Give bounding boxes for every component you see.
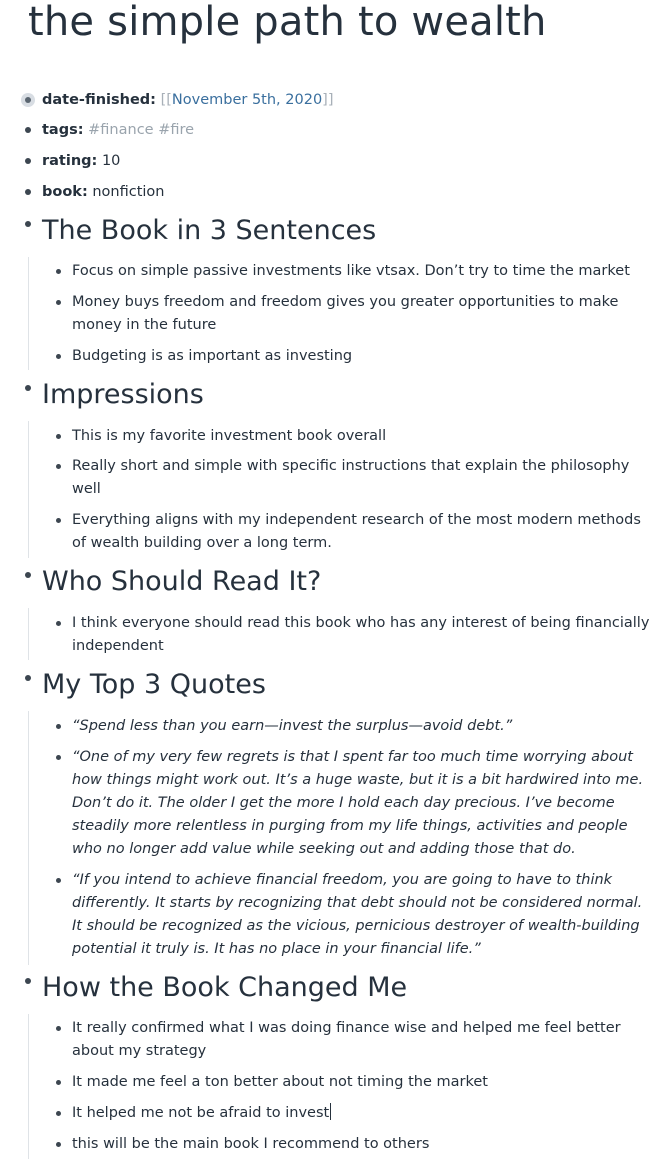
date-page-link[interactable]: November 5th, 2020 xyxy=(172,92,322,108)
bullet-icon[interactable] xyxy=(25,127,31,133)
list-bullet-icon[interactable] xyxy=(56,300,61,305)
list-item[interactable]: It made me feel a ton better about not t… xyxy=(72,1071,652,1094)
section-heading[interactable]: How the Book Changed Me xyxy=(42,970,407,1006)
list-item[interactable]: It really confirmed what I was doing fin… xyxy=(72,1017,652,1063)
bullet-icon[interactable] xyxy=(25,97,31,103)
indent-guide xyxy=(28,257,29,370)
list-item-text[interactable]: It helped me not be afraid to invest xyxy=(72,1105,329,1121)
page: the simple path to wealth date-finished:… xyxy=(0,0,661,1159)
list-item[interactable]: Everything aligns with my independent re… xyxy=(72,509,652,555)
list-bullet-icon[interactable] xyxy=(56,1026,61,1031)
list-bullet-icon[interactable] xyxy=(56,724,61,729)
property-key: date-finished: xyxy=(42,92,156,108)
indent-guide xyxy=(28,421,29,558)
heading-bullet-icon[interactable] xyxy=(25,572,31,578)
bullet-icon[interactable] xyxy=(25,158,31,164)
list-bullet-icon[interactable] xyxy=(56,464,61,469)
property-key: rating: xyxy=(42,153,98,169)
property-value: nonfiction xyxy=(92,184,165,200)
list-item[interactable]: this will be the main book I recommend t… xyxy=(72,1133,652,1156)
property-value: 10 xyxy=(101,153,121,169)
list-bullet-icon[interactable] xyxy=(56,878,61,883)
list-bullet-icon[interactable] xyxy=(56,1142,61,1147)
heading-bullet-icon[interactable] xyxy=(25,978,31,984)
tag-link[interactable]: #fire xyxy=(158,122,194,138)
quote-item[interactable]: “One of my very few regrets is that I sp… xyxy=(72,746,650,861)
tag-link[interactable]: #finance xyxy=(88,122,153,138)
heading-bullet-icon[interactable] xyxy=(25,675,31,681)
section-heading[interactable]: Impressions xyxy=(42,377,204,413)
indent-guide xyxy=(28,711,29,965)
list-item[interactable]: Budgeting is as important as investing xyxy=(72,345,652,368)
list-bullet-icon[interactable] xyxy=(56,434,61,439)
link-open-bracket: [[ xyxy=(160,92,172,108)
quote-item[interactable]: “If you intend to achieve financial free… xyxy=(72,869,650,961)
bullet-icon[interactable] xyxy=(25,189,31,195)
indent-guide xyxy=(28,608,29,660)
text-cursor xyxy=(330,1103,332,1120)
list-bullet-icon[interactable] xyxy=(56,621,61,626)
list-bullet-icon[interactable] xyxy=(56,354,61,359)
property-key: tags: xyxy=(42,122,84,138)
list-item[interactable]: I think everyone should read this book w… xyxy=(72,612,652,658)
list-item-editing[interactable]: It helped me not be afraid to invest xyxy=(72,1102,652,1125)
list-bullet-icon[interactable] xyxy=(56,1111,61,1116)
list-bullet-icon[interactable] xyxy=(56,755,61,760)
list-bullet-icon[interactable] xyxy=(56,1080,61,1085)
page-title[interactable]: the simple path to wealth xyxy=(28,0,547,50)
heading-bullet-icon[interactable] xyxy=(25,385,31,391)
heading-bullet-icon[interactable] xyxy=(25,221,31,227)
list-bullet-icon[interactable] xyxy=(56,269,61,274)
section-heading[interactable]: The Book in 3 Sentences xyxy=(42,213,376,249)
section-heading[interactable]: Who Should Read It? xyxy=(42,564,321,600)
list-bullet-icon[interactable] xyxy=(56,518,61,523)
quote-item[interactable]: “Spend less than you earn—invest the sur… xyxy=(72,715,650,738)
link-close-bracket: ]] xyxy=(322,92,334,108)
property-key: book: xyxy=(42,184,88,200)
indent-guide xyxy=(28,1014,29,1159)
list-item[interactable]: Focus on simple passive investments like… xyxy=(72,260,652,283)
list-item[interactable]: Really short and simple with specific in… xyxy=(72,455,652,501)
section-heading[interactable]: My Top 3 Quotes xyxy=(42,667,266,703)
list-item[interactable]: Money buys freedom and freedom gives you… xyxy=(72,291,652,337)
list-item[interactable]: This is my favorite investment book over… xyxy=(72,425,652,448)
